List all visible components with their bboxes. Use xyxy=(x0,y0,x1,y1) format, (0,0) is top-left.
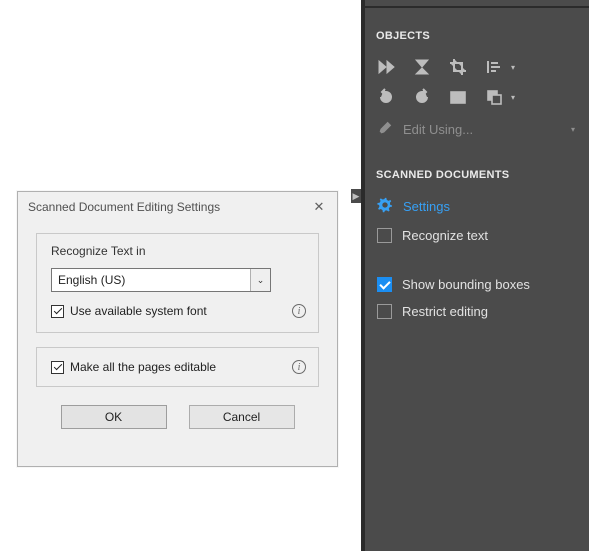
chevron-down-icon[interactable]: ▾ xyxy=(511,63,515,72)
cancel-button[interactable]: Cancel xyxy=(189,405,295,429)
edit-using-row[interactable]: Edit Using... ▾ xyxy=(373,112,579,151)
make-editable-label: Make all the pages editable xyxy=(70,360,216,374)
scanned-documents-header: SCANNED DOCUMENTS xyxy=(373,151,579,191)
rotate-left-icon[interactable] xyxy=(375,86,397,108)
recognize-text-label: Recognize text xyxy=(402,228,488,243)
pencil-icon xyxy=(377,120,393,139)
close-icon[interactable]: ✕ xyxy=(311,199,327,215)
flip-horizontal-icon[interactable] xyxy=(375,56,397,78)
settings-label: Settings xyxy=(403,199,450,214)
chevron-down-icon[interactable]: ▾ xyxy=(571,125,575,134)
show-bounding-label: Show bounding boxes xyxy=(402,277,530,292)
panel-collapse-button[interactable]: ▶ xyxy=(351,189,361,203)
recognize-group: Recognize Text in English (US) ⌄ Use ava… xyxy=(36,233,319,333)
recognize-text-row[interactable]: Recognize text xyxy=(373,222,579,249)
dialog-title: Scanned Document Editing Settings xyxy=(28,200,220,214)
gear-icon xyxy=(377,197,393,216)
show-bounding-checkbox[interactable] xyxy=(377,277,392,292)
panel-content: OBJECTS ▾ xyxy=(365,8,589,325)
restrict-editing-label: Restrict editing xyxy=(402,304,488,319)
editable-group: Make all the pages editable i xyxy=(36,347,319,387)
dialog-titlebar: Scanned Document Editing Settings ✕ xyxy=(18,192,337,222)
info-icon[interactable]: i xyxy=(292,360,306,374)
objects-icon-row-2: ▾ xyxy=(373,82,579,112)
scanned-document-settings-dialog: Scanned Document Editing Settings ✕ Reco… xyxy=(17,191,338,467)
language-value: English (US) xyxy=(58,273,125,287)
align-icon[interactable] xyxy=(483,56,505,78)
objects-header: OBJECTS xyxy=(373,8,579,52)
ok-button[interactable]: OK xyxy=(61,405,167,429)
objects-icon-row-1: ▾ xyxy=(373,52,579,82)
language-dropdown[interactable]: English (US) ⌄ xyxy=(51,268,271,292)
use-system-font-checkbox[interactable] xyxy=(51,305,64,318)
properties-panel: ▶ OBJECTS ▾ xyxy=(361,0,589,551)
panel-divider xyxy=(365,0,589,8)
chevron-down-icon[interactable]: ⌄ xyxy=(250,269,270,291)
make-editable-checkbox[interactable] xyxy=(51,361,64,374)
edit-using-label: Edit Using... xyxy=(403,122,473,137)
dialog-button-row: OK Cancel xyxy=(36,401,319,429)
rotate-right-icon[interactable] xyxy=(411,86,433,108)
restrict-editing-checkbox[interactable] xyxy=(377,304,392,319)
info-icon[interactable]: i xyxy=(292,304,306,318)
arrange-icon[interactable] xyxy=(483,86,505,108)
settings-row[interactable]: Settings xyxy=(373,191,579,222)
recognize-text-checkbox[interactable] xyxy=(377,228,392,243)
crop-icon[interactable] xyxy=(447,56,469,78)
chevron-down-icon[interactable]: ▾ xyxy=(511,93,515,102)
show-bounding-row[interactable]: Show bounding boxes xyxy=(373,271,579,298)
recognize-text-in-label: Recognize Text in xyxy=(51,244,306,258)
replace-image-icon[interactable] xyxy=(447,86,469,108)
flip-vertical-icon[interactable] xyxy=(411,56,433,78)
use-system-font-label: Use available system font xyxy=(70,304,207,318)
restrict-editing-row[interactable]: Restrict editing xyxy=(373,298,579,325)
